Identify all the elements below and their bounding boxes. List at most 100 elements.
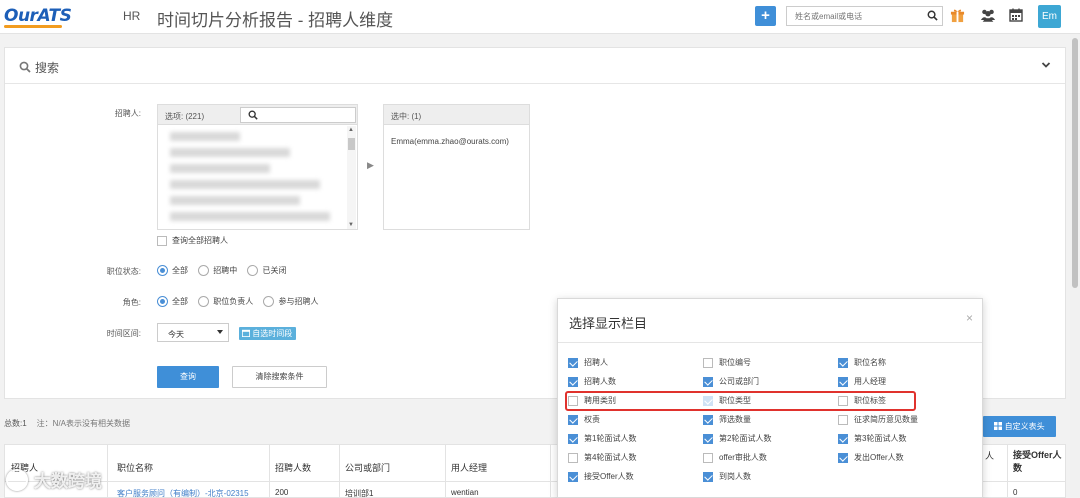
- add-button[interactable]: +: [755, 6, 776, 26]
- column-option[interactable]: offer审批人数: [703, 452, 767, 463]
- page-scrollbar-thumb[interactable]: [1072, 38, 1078, 288]
- grid-icon: [994, 422, 1004, 431]
- column-option[interactable]: 招聘人数: [568, 376, 616, 387]
- scroll-down-icon[interactable]: ▼: [348, 222, 354, 228]
- column-option[interactable]: 到岗人数: [703, 471, 751, 482]
- checkbox[interactable]: [703, 452, 713, 463]
- checkbox[interactable]: [568, 433, 578, 444]
- checkbox[interactable]: [568, 414, 578, 425]
- checkbox[interactable]: [568, 376, 578, 387]
- recruiter-options-list[interactable]: 选项: (221) ▲ ▼: [157, 104, 358, 230]
- col-header-headcount[interactable]: 招聘人数: [275, 461, 311, 474]
- job-status-recruiting[interactable]: 招聘中: [198, 265, 237, 277]
- gift-icon[interactable]: [950, 8, 966, 24]
- checkbox[interactable]: [568, 452, 578, 463]
- move-right-icon[interactable]: ▶: [367, 160, 374, 171]
- global-search[interactable]: [786, 6, 943, 26]
- checkbox[interactable]: [838, 433, 848, 444]
- avatar[interactable]: Em: [1038, 5, 1061, 28]
- column-option[interactable]: 职位编号: [703, 357, 751, 368]
- radio-button[interactable]: [247, 265, 259, 277]
- column-option-label: 第1轮面试人数: [584, 434, 637, 443]
- selected-count: 选中: (1): [391, 112, 422, 121]
- search-icon[interactable]: [248, 110, 352, 122]
- col-divider: [269, 445, 270, 498]
- checkbox[interactable]: [703, 357, 713, 368]
- column-option[interactable]: 第4轮面试人数: [568, 452, 636, 463]
- search-panel-header[interactable]: 搜索: [5, 48, 1065, 84]
- column-option[interactable]: 筛选数量: [703, 414, 751, 425]
- column-option[interactable]: 招聘人: [568, 357, 608, 368]
- search-icon[interactable]: [927, 10, 938, 23]
- radio-button[interactable]: [198, 296, 210, 308]
- module-label[interactable]: HR: [123, 9, 140, 23]
- checkbox[interactable]: [838, 357, 848, 368]
- blurred-option[interactable]: [170, 196, 300, 205]
- blurred-option[interactable]: [170, 132, 240, 141]
- clear-search-button[interactable]: 清除搜索条件: [232, 366, 327, 388]
- column-option[interactable]: 公司或部门: [703, 376, 759, 387]
- page-scrollbar[interactable]: [1070, 34, 1080, 498]
- blurred-option[interactable]: [170, 212, 330, 221]
- column-option[interactable]: 第2轮面试人数: [703, 433, 771, 444]
- column-option-label: 第3轮面试人数: [854, 434, 907, 443]
- custom-time-button[interactable]: 自选时间段: [239, 327, 297, 340]
- checkbox[interactable]: [838, 414, 848, 425]
- time-range-select[interactable]: 今天: [157, 323, 229, 342]
- checkbox[interactable]: [157, 235, 167, 246]
- col-header-accepted-offer[interactable]: 接受Offer人数: [1013, 449, 1063, 475]
- options-scroll-thumb[interactable]: [348, 138, 355, 150]
- role-all[interactable]: 全部: [157, 296, 188, 308]
- column-option[interactable]: 权责: [568, 414, 600, 425]
- radio-button[interactable]: [157, 296, 168, 308]
- custom-header-button[interactable]: 自定义表头: [983, 416, 1056, 437]
- team-icon[interactable]: [980, 8, 996, 24]
- col-divider: [445, 445, 446, 498]
- calendar-icon[interactable]: [1009, 8, 1025, 24]
- role-participant[interactable]: 参与招聘人: [263, 296, 318, 308]
- col-divider: [550, 445, 551, 498]
- all-recruiters-checkbox[interactable]: 查询全部招聘人: [157, 235, 228, 246]
- close-icon[interactable]: ×: [966, 311, 973, 325]
- checkbox[interactable]: [568, 471, 578, 482]
- cell-job-title[interactable]: 客户服务顾问（有编制）-北京-02315: [117, 488, 249, 498]
- column-option[interactable]: 用人经理: [838, 376, 886, 387]
- blurred-option[interactable]: [170, 148, 290, 157]
- checkbox[interactable]: [703, 376, 713, 387]
- scroll-up-icon[interactable]: ▲: [348, 127, 354, 133]
- column-option[interactable]: 发出Offer人数: [838, 452, 904, 463]
- job-status-closed[interactable]: 已关闭: [247, 265, 286, 277]
- checkbox[interactable]: [703, 471, 713, 482]
- column-option[interactable]: 第3轮面试人数: [838, 433, 906, 444]
- blurred-option[interactable]: [170, 164, 270, 173]
- options-scrollbar[interactable]: ▲ ▼: [347, 126, 356, 229]
- column-option[interactable]: 征求简历意见数量: [838, 414, 918, 425]
- col-header-company[interactable]: 公司或部门: [345, 461, 390, 474]
- logo[interactable]: OurATS: [4, 6, 72, 26]
- column-option[interactable]: 职位名称: [838, 357, 886, 368]
- options-filter-input[interactable]: [240, 107, 356, 123]
- global-search-input[interactable]: [787, 7, 917, 25]
- recruiter-selected-list[interactable]: 选中: (1) Emma(emma.zhao@ourats.com): [383, 104, 530, 230]
- radio-button[interactable]: [198, 265, 210, 277]
- col-header-partial[interactable]: 人: [985, 449, 994, 462]
- col-header-hiring-manager[interactable]: 用人经理: [451, 461, 487, 474]
- search-button[interactable]: 查询: [157, 366, 219, 388]
- checkbox[interactable]: [838, 452, 848, 463]
- column-option-label: offer审批人数: [719, 453, 767, 462]
- blurred-option[interactable]: [170, 180, 320, 189]
- radio-button[interactable]: [263, 296, 275, 308]
- checkbox[interactable]: [838, 376, 848, 387]
- col-header-job-title[interactable]: 职位名称: [117, 461, 153, 474]
- role-job-owner[interactable]: 职位负责人: [198, 296, 253, 308]
- column-option[interactable]: 接受Offer人数: [568, 471, 634, 482]
- column-option-label: 第4轮面试人数: [584, 453, 637, 462]
- chevron-down-icon[interactable]: [1041, 60, 1051, 72]
- selected-recruiter[interactable]: Emma(emma.zhao@ourats.com): [391, 137, 509, 146]
- job-status-all[interactable]: 全部: [157, 265, 188, 277]
- checkbox[interactable]: [703, 433, 713, 444]
- checkbox[interactable]: [568, 357, 578, 368]
- column-option[interactable]: 第1轮面试人数: [568, 433, 636, 444]
- radio-button[interactable]: [157, 265, 168, 277]
- checkbox[interactable]: [703, 414, 713, 425]
